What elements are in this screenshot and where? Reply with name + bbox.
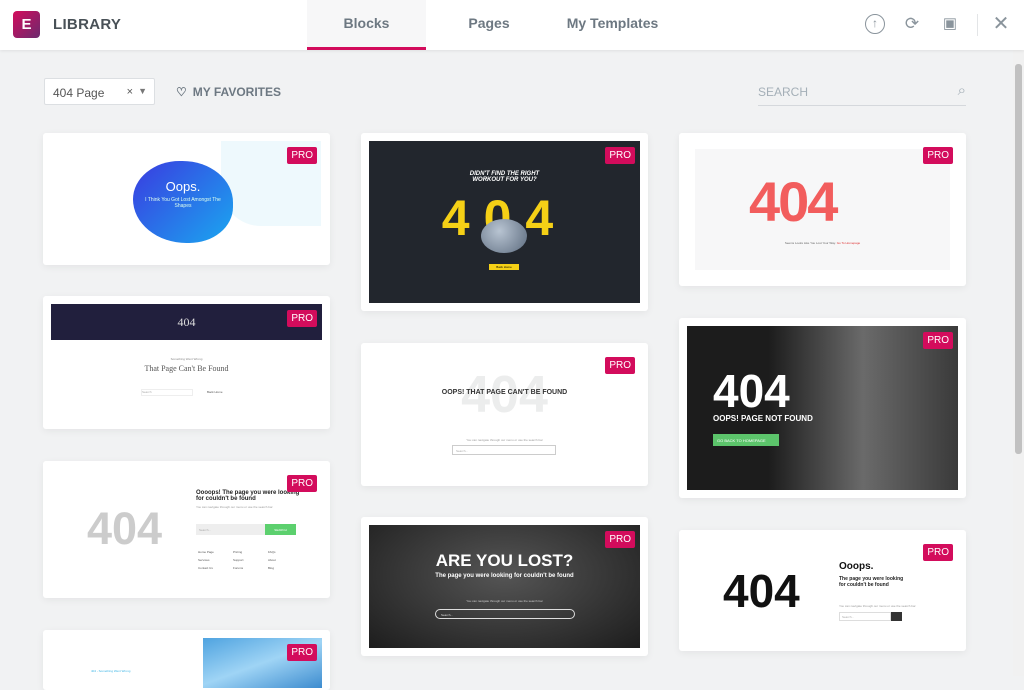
library-header: E LIBRARY Blocks Pages My Templates ↑ ⟳ … xyxy=(0,0,1024,50)
preview-link: Support xyxy=(233,558,244,562)
save-icon[interactable]: ▣ xyxy=(940,14,960,34)
preview-search: Search... xyxy=(196,524,265,535)
pro-badge: PRO xyxy=(287,310,317,327)
filter-value: 404 Page xyxy=(53,86,105,100)
preview-search-button xyxy=(891,612,902,621)
preview-404: 404 xyxy=(749,170,838,233)
pro-badge: PRO xyxy=(605,147,635,164)
template-card[interactable]: PRO 404 OOPS! THAT PAGE CAN'T BE FOUND Y… xyxy=(361,343,648,486)
upload-icon[interactable]: ↑ xyxy=(865,14,885,34)
template-card[interactable]: PRO 404 - Something Went Wrong xyxy=(43,630,330,690)
preview-subtitle: I Think You Got Lost Amongst The Shapes xyxy=(145,197,221,209)
search-input[interactable]: SEARCH ⌕ xyxy=(758,78,966,106)
preview-caption: 404 - Something Went Wrong xyxy=(91,669,131,673)
preview-small: You can navigate through our menu or use… xyxy=(466,599,543,603)
clear-filter-icon[interactable]: × xyxy=(127,86,133,98)
preview-link: Services xyxy=(198,558,210,562)
template-card[interactable]: PRO ARE YOU LOST? The page you were look… xyxy=(361,517,648,656)
preview-title: DIDN'T FIND THE RIGHT WORKOUT FOR YOU? xyxy=(469,171,540,183)
preview-404: 404 xyxy=(713,365,790,417)
preview-button: GO BACK TO HOMEPAGE xyxy=(713,434,779,446)
pro-badge: PRO xyxy=(287,147,317,164)
pro-badge: PRO xyxy=(923,544,953,561)
preview-search: Search... xyxy=(435,609,575,619)
preview-button: Back Home xyxy=(489,264,519,270)
sync-icon[interactable]: ⟳ xyxy=(902,14,922,34)
preview-search: Search xyxy=(141,389,193,396)
template-card[interactable]: PRO 404 Oooops! The page you were lookin… xyxy=(43,461,330,598)
preview-title: OOPS! PAGE NOT FOUND xyxy=(713,414,813,423)
scrollbar-thumb[interactable] xyxy=(1015,64,1022,454)
template-card[interactable]: PRO DIDN'T FIND THE RIGHT WORKOUT FOR YO… xyxy=(361,133,648,311)
template-card[interactable]: PRO 404 Seems Looks Like You Lost Your W… xyxy=(679,133,966,286)
preview-link: Home Page xyxy=(198,550,214,554)
template-card[interactable]: PRO 404 Something Went Wrong That Page C… xyxy=(43,296,330,429)
preview-small: You can navigate through our menu or use… xyxy=(839,604,916,608)
chevron-down-icon[interactable]: ▼ xyxy=(138,86,147,96)
preview-dark: ARE YOU LOST? The page you were looking … xyxy=(369,525,640,648)
pro-badge: PRO xyxy=(605,531,635,548)
preview-title: Oops. xyxy=(165,179,201,194)
tab-pages[interactable]: Pages xyxy=(440,0,538,50)
favorites-label: MY FAVORITES xyxy=(192,85,282,99)
preview-subtitle: Seems Looks Like You Lost Your Way. Go T… xyxy=(784,241,861,245)
preview-title: Ooops. xyxy=(839,561,874,572)
preview-subtitle: The page you were looking for couldn't b… xyxy=(435,573,574,579)
template-card[interactable]: PRO 404 Ooops. The page you were looking… xyxy=(679,530,966,651)
preview-title: OOPS! THAT PAGE CAN'T BE FOUND xyxy=(441,389,568,396)
category-filter-select[interactable]: 404 Page × ▼ xyxy=(44,78,155,105)
pro-badge: PRO xyxy=(287,644,317,661)
preview-search: Search... xyxy=(839,612,891,621)
tab-blocks[interactable]: Blocks xyxy=(307,0,426,50)
preview-links: Home Page Pricing FAQs Services Support About… xyxy=(198,550,303,570)
elementor-logo: E xyxy=(13,11,40,38)
my-favorites-filter[interactable]: ♡ MY FAVORITES xyxy=(176,85,281,99)
preview-title: ARE YOU LOST? xyxy=(435,551,574,570)
preview-kicker: Something Went Wrong xyxy=(170,357,203,361)
pro-badge: PRO xyxy=(287,475,317,492)
template-card[interactable]: PRO 404 OOPS! PAGE NOT FOUND GO BACK TO … xyxy=(679,318,966,498)
preview-link: Contact Us xyxy=(198,566,213,570)
library-title: LIBRARY xyxy=(53,16,122,33)
banner-text: 404 xyxy=(177,315,196,329)
preview-title: Oooops! The page you were looking for co… xyxy=(196,490,300,502)
preview-subtitle: The page you were looking for couldn't b… xyxy=(839,576,904,588)
preview-link: About xyxy=(268,558,276,562)
pro-badge: PRO xyxy=(605,357,635,374)
heart-icon: ♡ xyxy=(176,85,187,99)
template-card[interactable]: PRO Oops. I Think You Got Lost Amongst T… xyxy=(43,133,330,265)
preview-404: 404 xyxy=(723,565,800,617)
scrollbar[interactable] xyxy=(1013,50,1024,676)
tab-my-templates[interactable]: My Templates xyxy=(555,0,670,50)
preview-link: Forums xyxy=(233,566,244,570)
pro-badge: PRO xyxy=(923,332,953,349)
preview-title: That Page Can't Be Found xyxy=(144,364,229,373)
preview-link: Pricing xyxy=(233,550,243,554)
preview-subtitle: You can navigate through our menu or use… xyxy=(196,505,273,509)
preview-light: 404 Seems Looks Like You Lost Your Way. … xyxy=(695,149,950,270)
preview-dark: DIDN'T FIND THE RIGHT WORKOUT FOR YOU? 4… xyxy=(369,141,640,303)
preview-link: FAQs xyxy=(268,550,276,554)
preview-subtitle: You can navigate through our menu or use… xyxy=(466,438,543,442)
exercise-ball xyxy=(481,219,527,253)
preview-404: 404 xyxy=(87,503,163,554)
close-icon[interactable]: ✕ xyxy=(991,14,1011,34)
search-placeholder: SEARCH xyxy=(758,85,809,99)
search-icon[interactable]: ⌕ xyxy=(958,82,966,99)
preview-link: Blog xyxy=(268,566,275,570)
divider xyxy=(977,14,978,36)
pro-badge: PRO xyxy=(923,147,953,164)
preview-link: Back Home xyxy=(207,390,223,394)
preview-search-button: SEARCH xyxy=(265,524,296,535)
preview-banner: 404 xyxy=(51,304,322,340)
preview-search: Search... xyxy=(452,445,556,455)
preview-photo: 404 OOPS! PAGE NOT FOUND GO BACK TO HOME… xyxy=(687,326,958,490)
